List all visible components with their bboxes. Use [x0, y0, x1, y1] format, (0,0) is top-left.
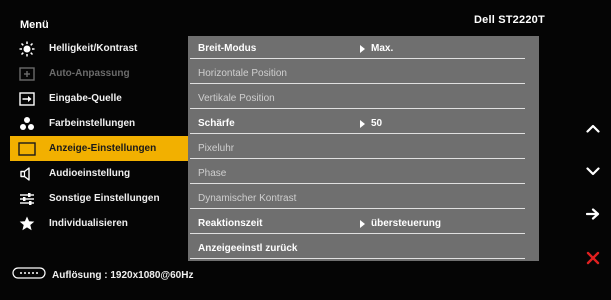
color-settings-icon: [18, 116, 36, 132]
setting-value: 50: [360, 118, 382, 129]
up-button[interactable]: [583, 118, 603, 138]
setting-label: Phase: [198, 168, 227, 179]
setting-label: Anzeigeeinstl zurück: [198, 243, 298, 254]
setting-row-phase[interactable]: Phase: [188, 161, 539, 186]
connector-icon: [12, 266, 46, 284]
sliders-icon: [18, 191, 36, 207]
menu-item-audio-settings[interactable]: Audioeinstellung: [10, 161, 188, 186]
display-settings-icon: [18, 141, 36, 157]
setting-row-pixel-clock[interactable]: Pixeluhr: [188, 136, 539, 161]
osd-menu-title: Menü: [20, 19, 49, 31]
main-menu: Helligkeit/Kontrast Auto-Anpassung Einga…: [10, 36, 188, 236]
setting-row-sharpness[interactable]: Schärfe 50: [188, 111, 539, 136]
menu-item-label: Anzeige-Einstellungen: [49, 143, 157, 154]
play-triangle-icon: [360, 119, 365, 128]
exit-button[interactable]: [583, 248, 603, 268]
auto-adjust-icon: [18, 66, 36, 82]
setting-row-horizontal-position[interactable]: Horizontale Position: [188, 61, 539, 86]
brightness-icon: [18, 41, 36, 57]
resolution-text: Auflösung : 1920x1080@60Hz: [52, 269, 194, 281]
setting-label: Schärfe: [198, 118, 235, 129]
setting-row-vertical-position[interactable]: Vertikale Position: [188, 86, 539, 111]
setting-label: Horizontale Position: [198, 68, 287, 79]
exit-x-icon: [586, 251, 600, 265]
setting-value: übersteuerung: [360, 218, 441, 229]
setting-label: Dynamischer Kontrast: [198, 193, 297, 204]
menu-item-other-settings[interactable]: Sonstige Einstellungen: [10, 186, 188, 211]
input-source-icon: [18, 91, 36, 107]
menu-item-label: Sonstige Einstellungen: [49, 193, 160, 204]
menu-item-brightness-contrast[interactable]: Helligkeit/Kontrast: [10, 36, 188, 61]
display-settings-panel: Breit-Modus Max. Horizontale Position Ve…: [188, 36, 539, 261]
sharpness-value: 50: [371, 118, 383, 129]
response-time-value: übersteuerung: [371, 218, 442, 229]
enter-button[interactable]: [583, 204, 603, 224]
setting-label: Pixeluhr: [198, 143, 235, 154]
play-triangle-icon: [360, 44, 365, 53]
down-button[interactable]: [583, 161, 603, 181]
menu-item-input-source[interactable]: Eingabe-Quelle: [10, 86, 188, 111]
setting-label: Reaktionszeit: [198, 218, 263, 229]
menu-item-color-settings[interactable]: Farbeinstellungen: [10, 111, 188, 136]
menu-item-auto-adjust[interactable]: Auto-Anpassung: [10, 61, 188, 86]
status-bar: Auflösung : 1920x1080@60Hz: [12, 266, 193, 284]
down-arrow-icon: [586, 166, 600, 175]
model-label: Dell ST2220T: [474, 14, 545, 26]
menu-item-label: Audioeinstellung: [49, 168, 131, 179]
menu-item-label: Auto-Anpassung: [49, 68, 130, 79]
star-icon: [18, 216, 36, 232]
setting-label: Vertikale Position: [198, 93, 275, 104]
speaker-icon: [18, 166, 36, 182]
menu-item-label: Helligkeit/Kontrast: [49, 43, 138, 54]
menu-item-display-settings[interactable]: Anzeige-Einstellungen: [10, 136, 188, 161]
wide-mode-value: Max.: [371, 43, 394, 54]
up-arrow-icon: [586, 124, 600, 133]
menu-item-personalize[interactable]: Individualisieren: [10, 211, 188, 236]
menu-item-label: Eingabe-Quelle: [49, 93, 122, 104]
setting-row-dynamic-contrast[interactable]: Dynamischer Kontrast: [188, 186, 539, 211]
setting-row-wide-mode[interactable]: Breit-Modus Max.: [188, 36, 539, 61]
setting-value: Max.: [360, 43, 393, 54]
setting-label: Breit-Modus: [198, 43, 257, 54]
play-triangle-icon: [360, 219, 365, 228]
right-arrow-icon: [586, 208, 600, 220]
menu-item-label: Farbeinstellungen: [49, 118, 136, 129]
setting-row-response-time[interactable]: Reaktionszeit übersteuerung: [188, 211, 539, 236]
menu-item-label: Individualisieren: [49, 218, 128, 229]
setting-row-reset-display[interactable]: Anzeigeeinstl zurück: [188, 236, 539, 261]
